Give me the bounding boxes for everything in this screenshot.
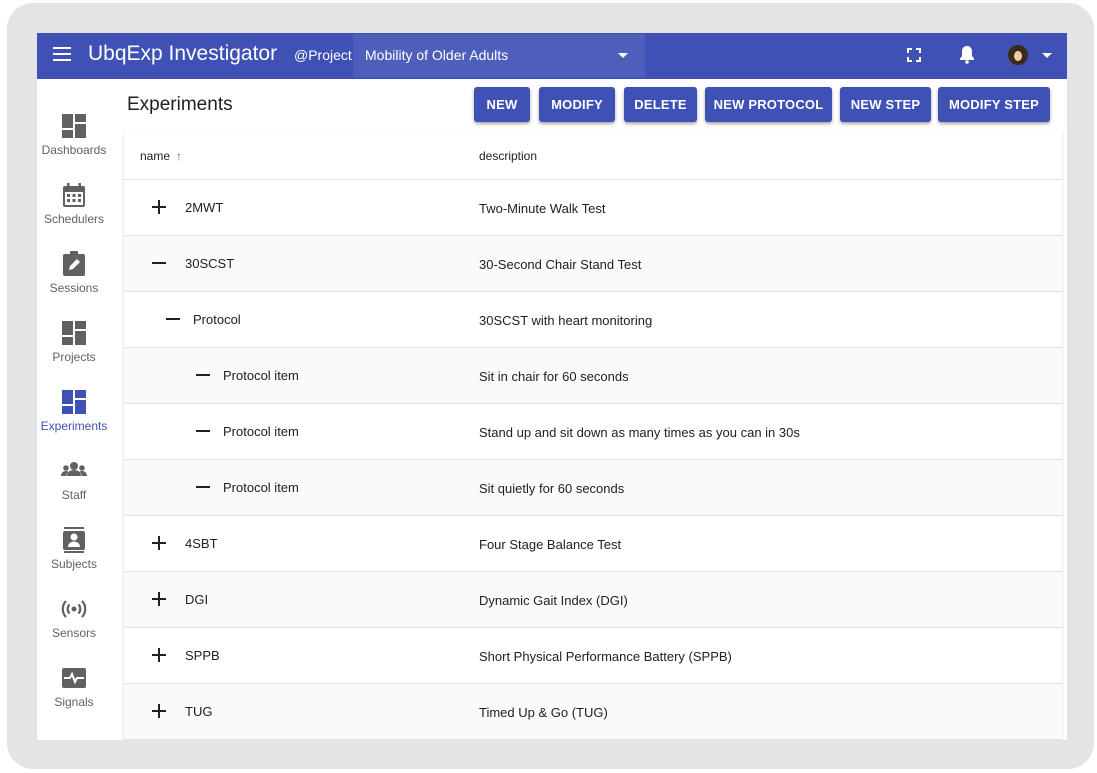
sidebar-item-signals[interactable]: Signals xyxy=(37,665,111,729)
page-title: Experiments xyxy=(127,94,233,115)
contact-card-icon xyxy=(63,527,85,553)
sidebar-item-staff[interactable]: Staff xyxy=(37,458,111,522)
modify-button[interactable]: MODIFY xyxy=(539,87,615,122)
collapse-icon[interactable] xyxy=(163,309,183,329)
sidebar-item-subjects[interactable]: Subjects xyxy=(37,527,111,591)
row-description: Timed Up & Go (TUG) xyxy=(479,705,608,720)
row-name: 30SCST xyxy=(185,256,235,271)
fullscreen-icon[interactable] xyxy=(906,47,922,63)
new-protocol-button[interactable]: NEW PROTOCOL xyxy=(705,87,832,122)
table-header: name ↑ description xyxy=(124,131,1062,180)
table-row[interactable]: Protocol item Stand up and sit down as m… xyxy=(124,404,1062,460)
project-select-value: Mobility of Older Adults xyxy=(365,47,509,63)
row-name: Protocol xyxy=(193,312,241,327)
sidebar-item-sessions[interactable]: Sessions xyxy=(37,251,111,315)
dashboard-icon xyxy=(62,321,86,345)
table-row[interactable]: Protocol 30SCST with heart monitoring xyxy=(124,292,1062,348)
new-step-button[interactable]: NEW STEP xyxy=(840,87,931,122)
table-row[interactable]: Protocol item Sit quietly for 60 seconds xyxy=(124,460,1062,516)
collapse-icon[interactable] xyxy=(193,477,213,497)
chevron-down-icon[interactable] xyxy=(1042,53,1052,58)
row-description: Sit quietly for 60 seconds xyxy=(479,481,625,496)
calendar-icon xyxy=(63,183,85,207)
row-name: Protocol item xyxy=(223,368,299,383)
sidebar-item-schedulers[interactable]: Schedulers xyxy=(37,182,111,246)
table-row[interactable]: 4SBT Four Stage Balance Test xyxy=(124,516,1062,572)
row-description: Dynamic Gait Index (DGI) xyxy=(479,593,628,608)
row-description: Two-Minute Walk Test xyxy=(479,201,606,216)
clipboard-edit-icon xyxy=(63,251,85,276)
sidebar-item-label: Staff xyxy=(61,488,87,502)
arrow-up-icon[interactable]: ↑ xyxy=(176,149,182,163)
expand-icon[interactable] xyxy=(149,589,169,609)
app-window: UbqExp Investigator @Project Mobility of… xyxy=(37,33,1067,740)
expand-icon[interactable] xyxy=(149,533,169,553)
experiments-table: name ↑ description 2MWT Two-Minute Walk T… xyxy=(124,131,1062,740)
table-row[interactable]: 30SCST 30-Second Chair Stand Test xyxy=(124,236,1062,292)
collapse-icon[interactable] xyxy=(193,421,213,441)
sidebar: Dashboards Schedulers Sessions Projects … xyxy=(37,79,111,740)
table-row[interactable]: TUG Timed Up & Go (TUG) xyxy=(124,684,1062,740)
collapse-icon[interactable] xyxy=(193,365,213,385)
table-row[interactable]: DGI Dynamic Gait Index (DGI) xyxy=(124,572,1062,628)
row-description: Four Stage Balance Test xyxy=(479,537,622,552)
table-row[interactable]: SPPB Short Physical Performance Battery … xyxy=(124,628,1062,684)
chevron-down-icon xyxy=(618,53,628,58)
row-name: TUG xyxy=(185,704,213,719)
dashboard-icon xyxy=(62,390,86,414)
expand-icon[interactable] xyxy=(149,701,169,721)
column-header-name[interactable]: name ↑ xyxy=(140,149,182,163)
sidebar-item-label: Schedulers xyxy=(43,212,105,226)
sidebar-item-label: Sensors xyxy=(51,626,97,640)
sidebar-item-sensors[interactable]: Sensors xyxy=(37,596,111,660)
project-label: @Project xyxy=(294,47,352,63)
sidebar-item-label: Sessions xyxy=(49,281,99,295)
new-button[interactable]: NEW xyxy=(474,87,530,122)
row-description: Stand up and sit down as many times as y… xyxy=(479,425,800,440)
avatar[interactable] xyxy=(1008,45,1028,65)
row-name: 2MWT xyxy=(185,200,224,215)
dashboard-icon xyxy=(62,114,86,138)
row-description: Short Physical Performance Battery (SPPB… xyxy=(479,649,732,664)
modify-step-button[interactable]: MODIFY STEP xyxy=(938,87,1050,122)
sensor-signal-icon xyxy=(61,600,87,618)
row-name: SPPB xyxy=(185,648,220,663)
sidebar-item-label: Subjects xyxy=(50,557,98,571)
row-description: 30-Second Chair Stand Test xyxy=(479,257,642,272)
group-icon xyxy=(61,462,87,476)
collapse-icon[interactable] xyxy=(149,253,169,273)
monitor-heart-icon xyxy=(62,668,86,688)
sidebar-item-label: Dashboards xyxy=(41,143,107,157)
sidebar-item-projects[interactable]: Projects xyxy=(37,320,111,384)
sidebar-item-label: Projects xyxy=(52,350,96,364)
expand-icon[interactable] xyxy=(149,197,169,217)
row-name: Protocol item xyxy=(223,424,299,439)
table-row[interactable]: 2MWT Two-Minute Walk Test xyxy=(124,180,1062,236)
row-name: 4SBT xyxy=(185,536,218,551)
expand-icon[interactable] xyxy=(149,645,169,665)
sidebar-item-experiments[interactable]: Experiments xyxy=(37,389,111,453)
table-row[interactable]: Protocol item Sit in chair for 60 second… xyxy=(124,348,1062,404)
sidebar-item-label: Experiments xyxy=(40,419,108,433)
sidebar-item-label: Signals xyxy=(54,695,94,709)
row-name: DGI xyxy=(185,592,209,607)
row-description: Sit in chair for 60 seconds xyxy=(479,369,629,384)
row-description: 30SCST with heart monitoring xyxy=(479,313,653,328)
delete-button[interactable]: DELETE xyxy=(624,87,697,122)
bell-icon[interactable] xyxy=(959,45,975,64)
top-app-bar: UbqExp Investigator @Project Mobility of… xyxy=(37,33,1067,79)
project-select[interactable]: Mobility of Older Adults xyxy=(353,34,645,77)
sidebar-item-dashboards[interactable]: Dashboards xyxy=(37,113,111,177)
app-title: UbqExp Investigator xyxy=(88,42,278,65)
row-name: Protocol item xyxy=(223,480,299,495)
menu-icon[interactable] xyxy=(53,47,71,61)
column-header-description[interactable]: description xyxy=(479,149,537,163)
